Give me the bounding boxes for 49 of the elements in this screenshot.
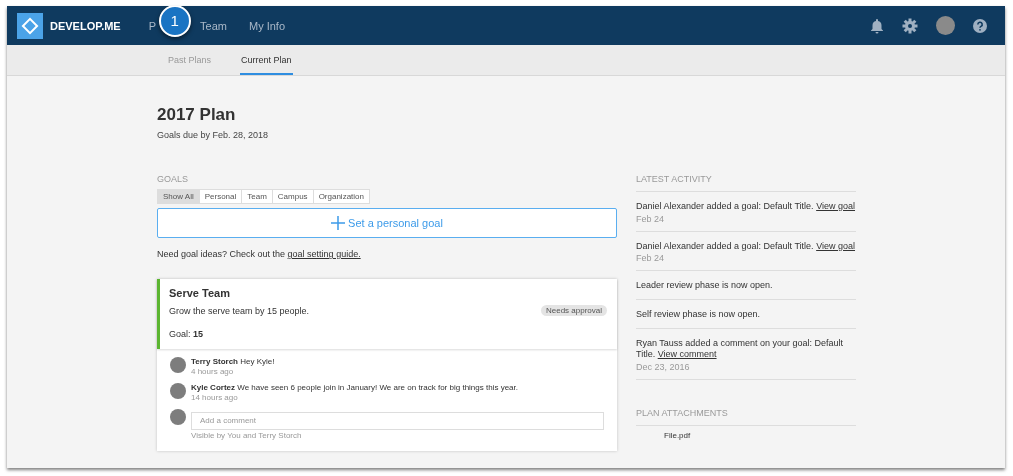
comment-text: Terry Storch Hey Kyle! [191,357,275,366]
avatar [170,409,186,425]
goal-target: Goal: 15 [169,329,205,339]
plan-tab[interactable]: Current Plan [240,45,293,75]
comment-text: Kyle Cortez We have seen 6 people join in January! We are on track for big things this year. [191,383,518,392]
goal-description: Grow the serve team by 15 people. [169,305,310,316]
logo-text: DEVELOP.ME [50,19,121,32]
attachment-link[interactable]: File.pdf [664,431,856,441]
filter-button[interactable]: Campus [272,190,314,203]
avatar[interactable] [936,16,955,35]
activity-text: Ryan Tauss added a comment on your goal: Default Title. View comment [636,337,844,362]
activity-text: Self review phase is now open. [636,309,762,321]
page-title: 2017 Plan [157,105,237,125]
hint-text: Need goal ideas? Check out the goal setting guide. [157,249,362,259]
plus-icon [331,216,346,230]
notification-icon[interactable] [870,17,884,34]
visibility-note: Visible by You and Terry Storch [191,430,303,440]
due-date-text: Goals due by Feb. 28, 2018 [157,130,270,140]
activity-link[interactable]: View goal [816,201,855,211]
activity-text: Leader review phase is now open. [636,280,774,293]
step-badge: 1 [158,6,191,37]
filter-button[interactable]: Personal [199,190,243,203]
activity-link[interactable]: View goal [816,240,855,251]
help-icon[interactable] [973,18,987,33]
avatar [170,357,186,373]
comment-time: 14 hours ago [191,393,239,402]
comment-time: 4 hours ago [191,367,235,376]
comment-input-field[interactable]: Add a comment [191,411,604,430]
activity-date: Feb 24 [636,213,666,224]
goal-title: Serve Team [169,287,231,299]
activity-date: Feb 24 [636,253,666,264]
settings-icon[interactable] [902,17,918,34]
section-heading: LATEST ACTIVITY [636,174,856,192]
section-heading: GOALS [157,174,189,184]
nav-link[interactable]: P [148,19,157,32]
filter-button[interactable]: Show All [158,190,200,203]
avatar [170,383,186,399]
activity-date: Dec 23, 2016 [636,362,691,373]
activity-text: Daniel Alexander added a goal: Default Title. View goal [636,240,856,253]
filter-button[interactable]: Team [242,190,273,203]
nav-link[interactable]: My Info [248,19,286,32]
section-heading: PLAN ATTACHMENTS [636,408,856,427]
guide-link[interactable]: goal setting guide. [287,249,361,259]
logo-icon [17,12,43,39]
nav-link[interactable]: Team [200,19,227,32]
activity-text: Daniel Alexander added a goal: Default Title. View goal [636,201,856,213]
filter-button[interactable]: Organization [313,190,369,203]
activity-link[interactable]: View comment [657,349,717,360]
status-badge: Needs approval [540,305,607,316]
